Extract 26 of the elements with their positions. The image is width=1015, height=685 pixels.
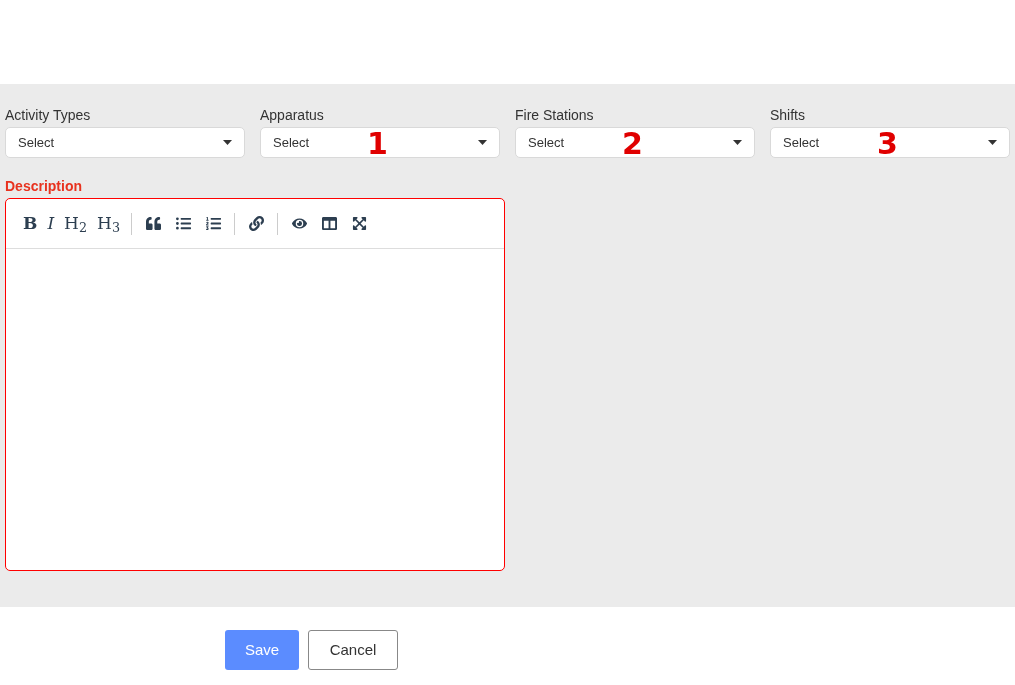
columns-icon: [321, 216, 337, 231]
bullet-list-icon: [175, 216, 191, 231]
cancel-button[interactable]: Cancel: [308, 630, 398, 670]
caret-icon: [223, 140, 232, 145]
format-button[interactable]: H$_{3}$: [92, 209, 125, 238]
markdown-editor[interactable]: B I H$_{2}$ H$_{3}$: [5, 198, 505, 571]
select-dropdown[interactable]: Select 2: [515, 127, 755, 158]
format-button[interactable]: B: [18, 209, 43, 238]
fullscreen-icon: [351, 216, 367, 231]
field-label: Fire Stations: [515, 106, 595, 125]
caret-icon: [733, 140, 742, 145]
format-button[interactable]: H$_{2}$: [59, 209, 93, 238]
format-button[interactable]: I: [42, 209, 60, 238]
caret-icon: [478, 140, 487, 145]
select-dropdown[interactable]: Select 3: [770, 127, 1010, 158]
field-label: Apparatus: [260, 106, 325, 125]
field-label: Activity Types: [5, 106, 92, 125]
eye-icon: [291, 216, 307, 231]
numbered-list-icon: [205, 216, 221, 231]
caret-icon: [988, 140, 997, 145]
description-label: Description: [5, 177, 83, 196]
quote-icon: [145, 216, 161, 231]
select-dropdown[interactable]: Select: [5, 127, 245, 158]
select-dropdown[interactable]: Select 1: [260, 127, 500, 158]
link-icon: [248, 216, 264, 231]
field-label: Shifts: [770, 106, 806, 125]
